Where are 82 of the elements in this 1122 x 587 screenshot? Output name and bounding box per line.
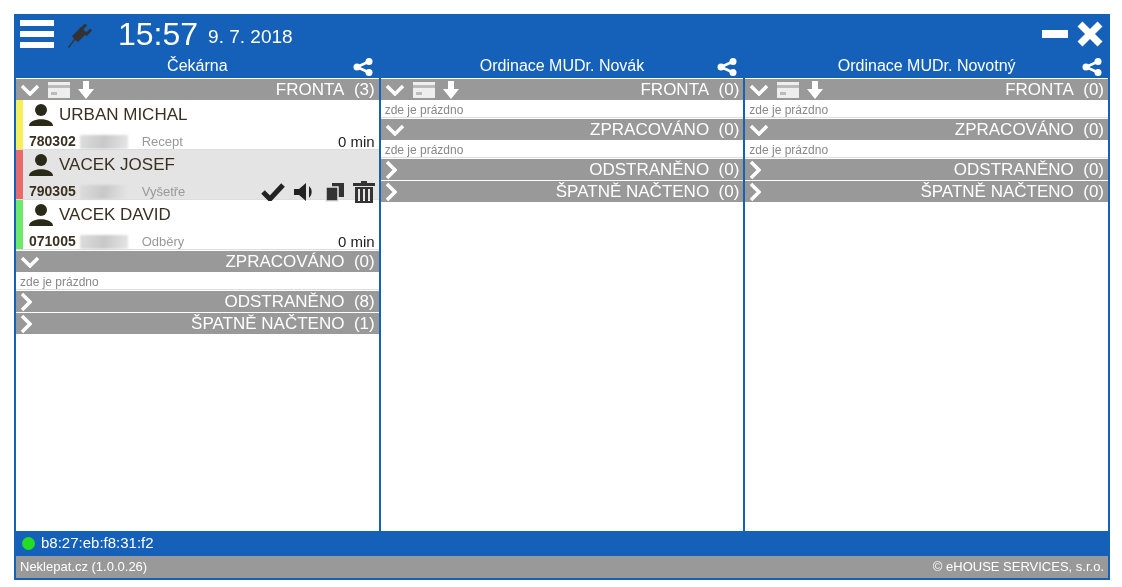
chevron-right-icon[interactable]	[749, 181, 762, 202]
service-label: Odběry	[141, 233, 185, 251]
section-label: ODSTRANĚNO (0)	[589, 158, 740, 181]
section-header[interactable]: ZPRACOVÁNO (0)	[380, 119, 744, 140]
patient-id: 780302	[29, 132, 76, 152]
section-label: FRONTA (0)	[1005, 78, 1104, 101]
share-icon[interactable]	[1082, 58, 1102, 76]
chevron-right-icon[interactable]	[749, 159, 762, 180]
empty-message: zde je prázdno	[745, 140, 1108, 158]
redacted-block	[79, 234, 128, 249]
download-arrow-icon[interactable]	[442, 80, 459, 99]
person-icon	[29, 203, 53, 226]
patient-row[interactable]: VACEK JOSEF 790305 Vyšetře	[16, 150, 379, 200]
card-icon[interactable]	[777, 81, 800, 98]
patient-name: VACEK DAVID	[59, 204, 171, 226]
chevron-down-icon[interactable]	[384, 83, 405, 96]
card-icon[interactable]	[48, 81, 70, 98]
menu-icon[interactable]	[20, 19, 54, 49]
section-label: ZPRACOVÁNO (0)	[954, 118, 1104, 141]
trash-icon[interactable]	[352, 180, 375, 203]
patient-id: 790305	[29, 182, 76, 201]
empty-message: zde je prázdno	[16, 272, 379, 290]
patient-name: VACEK JOSEF	[59, 154, 175, 176]
section-header[interactable]: ŠPATNĚ NAČTENO (0)	[380, 181, 744, 202]
app-version: Neklepat.cz (1.0.0.26)	[20, 558, 148, 577]
redacted-block	[79, 184, 128, 199]
chevron-down-icon[interactable]	[20, 255, 40, 268]
copy-icon[interactable]	[324, 181, 345, 202]
person-icon	[29, 153, 53, 176]
section-header[interactable]: ŠPATNĚ NAČTENO (0)	[745, 181, 1108, 202]
section-label: ZPRACOVÁNO (0)	[590, 118, 740, 141]
wait-time: 0 min	[338, 231, 375, 252]
section-label: ODSTRANĚNO (8)	[224, 290, 375, 313]
clock-time: 15:57	[118, 18, 199, 50]
section-header[interactable]: ODSTRANĚNO (8)	[16, 291, 379, 312]
section-label: ŠPATNĚ NAČTENO (0)	[555, 180, 740, 203]
share-icon[interactable]	[717, 58, 738, 76]
section-label: FRONTA (0)	[640, 78, 740, 101]
section-header[interactable]: FRONTA (0)	[380, 79, 744, 100]
wait-time: 0 min	[338, 131, 375, 152]
section-header[interactable]: ŠPATNĚ NAČTENO (1)	[16, 313, 379, 334]
section-label: ŠPATNĚ NAČTENO (1)	[191, 312, 375, 335]
patient-id: 071005	[29, 232, 76, 252]
device-address: b8:27:eb:f8:31:f2	[41, 533, 154, 554]
chevron-down-icon[interactable]	[20, 83, 40, 96]
section-header[interactable]: ODSTRANĚNO (0)	[380, 159, 744, 180]
card-icon[interactable]	[412, 81, 435, 98]
section-header[interactable]: ZPRACOVÁNO (0)	[745, 119, 1108, 140]
section-header[interactable]: ODSTRANĚNO (0)	[745, 159, 1108, 180]
chevron-down-icon[interactable]	[749, 83, 770, 96]
empty-message: zde je prázdno	[380, 140, 744, 158]
section-header[interactable]: ZPRACOVÁNO (0)	[16, 251, 379, 272]
share-icon[interactable]	[352, 58, 373, 76]
column-title: Ordinace MUDr. Novotný	[837, 56, 1016, 76]
chevron-down-icon[interactable]	[749, 123, 770, 136]
column-title: Ordinace MUDr. Novák	[479, 56, 645, 76]
close-icon[interactable]	[1076, 20, 1104, 48]
empty-message: zde je prázdno	[745, 100, 1108, 118]
section-label: FRONTA (3)	[275, 78, 375, 101]
patient-row[interactable]: VACEK DAVID 071005 Odběry 0 min	[16, 200, 379, 250]
service-label: Recept	[141, 133, 183, 151]
date-text: 9. 7. 2018	[208, 24, 293, 49]
download-arrow-icon[interactable]	[807, 80, 824, 99]
section-label: ŠPATNĚ NAČTENO (0)	[920, 180, 1104, 203]
redacted-block	[79, 134, 128, 149]
person-icon	[29, 103, 53, 126]
download-arrow-icon[interactable]	[78, 80, 94, 99]
section-header[interactable]: FRONTA (0)	[745, 79, 1108, 100]
column-title: Čekárna	[167, 55, 228, 76]
chevron-down-icon[interactable]	[384, 123, 405, 136]
chevron-right-icon[interactable]	[384, 181, 397, 202]
chevron-right-icon[interactable]	[20, 291, 32, 312]
chevron-right-icon[interactable]	[20, 313, 32, 334]
service-label: Vyšetře	[141, 182, 186, 201]
section-label: ODSTRANĚNO (0)	[953, 158, 1104, 181]
copyright-text: © eHOUSE SERVICES, s.r.o.	[932, 558, 1104, 577]
empty-message: zde je prázdno	[380, 100, 744, 118]
chevron-right-icon[interactable]	[384, 159, 397, 180]
check-icon[interactable]	[260, 182, 285, 201]
section-label: ZPRACOVÁNO (0)	[225, 250, 375, 273]
patient-name: URBAN MICHAL	[59, 104, 188, 126]
section-header[interactable]: FRONTA (3)	[16, 79, 379, 100]
